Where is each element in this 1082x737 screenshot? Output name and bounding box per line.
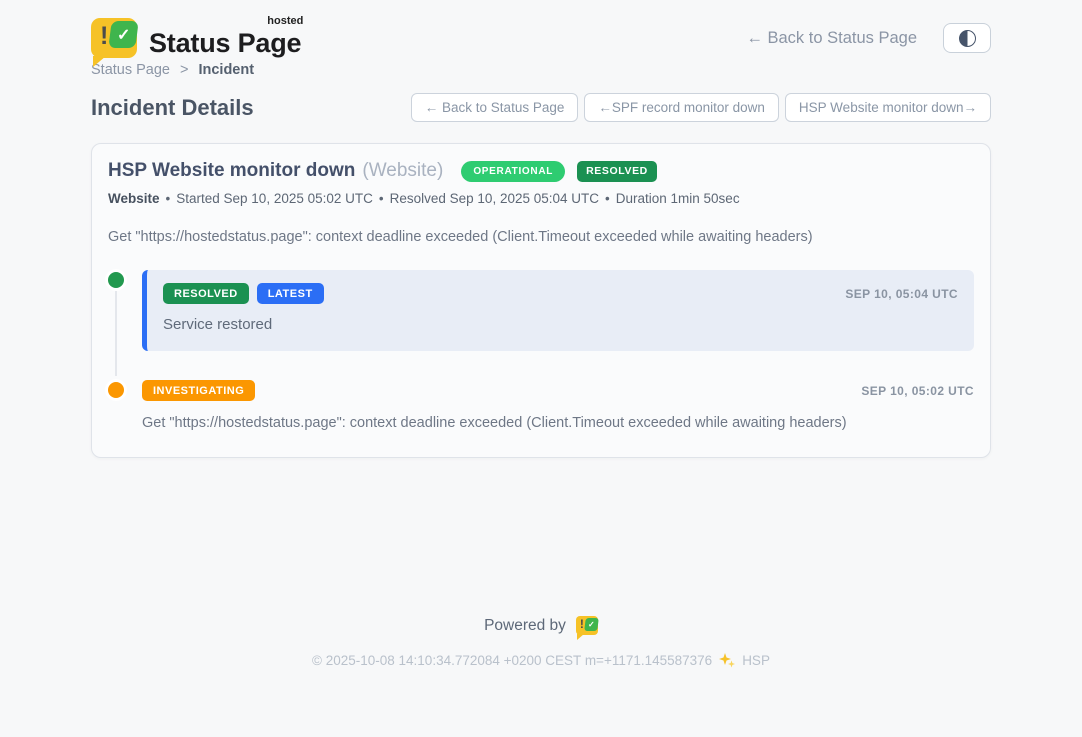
incident-meta: Website • Started Sep 10, 2025 05:02 UTC…: [108, 191, 974, 206]
status-page-logo[interactable]: ! ✓ Status Page hosted: [91, 18, 301, 59]
incident-description: Get "https://hostedstatus.page": context…: [108, 229, 974, 245]
latest-tag-badge: LATEST: [257, 283, 324, 304]
app-header: ! ✓ Status Page hosted ← Back to Status …: [0, 0, 1082, 62]
meta-separator: •: [605, 191, 610, 206]
page-title: Incident Details: [91, 95, 254, 121]
page-footer: Powered by ! ✓ © 2025-10-08 14:10:34.772…: [0, 616, 1082, 698]
checkmark-badge: ✓: [584, 618, 599, 631]
resolved-status-badge: RESOLVED: [163, 283, 249, 304]
header-actions: ← Back to Status Page: [746, 23, 991, 53]
copyright-text: © 2025-10-08 14:10:34.772084 +0200 CEST …: [312, 653, 712, 668]
meta-component: Website: [108, 191, 160, 206]
investigating-status-badge: INVESTIGATING: [142, 380, 255, 401]
copyright-line: © 2025-10-08 14:10:34.772084 +0200 CEST …: [0, 652, 1082, 668]
resolved-badge: RESOLVED: [577, 161, 657, 182]
logo-superscript: hosted: [267, 15, 303, 27]
powered-by-logo-link[interactable]: ! ✓: [576, 616, 598, 635]
back-to-status-page-button[interactable]: ← Back to Status Page: [411, 93, 579, 122]
timeline-dot-resolved: [108, 272, 124, 288]
incident-card: HSP Website monitor down (Website) OPERA…: [91, 143, 991, 458]
status-page-logo-icon: ! ✓: [91, 18, 137, 58]
incident-nav-buttons: ← Back to Status Page ←SPF record monito…: [411, 93, 991, 122]
meta-separator: •: [166, 191, 171, 206]
powered-by-label: Powered by: [484, 617, 566, 635]
logo-title: Status Page hosted: [149, 18, 301, 59]
checkmark-badge: ✓: [108, 21, 138, 48]
incident-timeline: RESOLVED LATEST SEP 10, 05:04 UTC Servic…: [108, 270, 974, 431]
exclamation-icon: !: [100, 22, 108, 51]
exclamation-icon: !: [580, 617, 584, 631]
breadcrumb-incident: Incident: [198, 62, 254, 78]
timeline-entry: RESOLVED LATEST SEP 10, 05:04 UTC Servic…: [108, 270, 974, 351]
back-to-status-page-link[interactable]: ← Back to Status Page: [746, 29, 917, 48]
theme-toggle-button[interactable]: [943, 23, 991, 53]
timeline-timestamp: SEP 10, 05:04 UTC: [845, 287, 958, 301]
breadcrumb: Status Page > Incident: [91, 62, 991, 78]
incident-title: HSP Website monitor down: [108, 160, 355, 182]
incident-component: (Website): [362, 160, 443, 182]
timeline-message: Get "https://hostedstatus.page": context…: [142, 415, 974, 431]
meta-started: Started Sep 10, 2025 05:02 UTC: [176, 191, 373, 206]
timeline-entry: INVESTIGATING SEP 10, 05:02 UTC Get "htt…: [108, 380, 974, 431]
timeline-timestamp: SEP 10, 05:02 UTC: [861, 384, 974, 398]
status-page-logo-icon-small: ! ✓: [576, 616, 598, 635]
next-incident-button[interactable]: HSP Website monitor down→: [785, 93, 991, 122]
contrast-half-circle-icon: [959, 30, 976, 47]
logo-title-text: Status Page: [149, 28, 301, 58]
breadcrumb-separator: >: [180, 62, 188, 78]
meta-resolved: Resolved Sep 10, 2025 05:04 UTC: [390, 191, 599, 206]
timeline-update-investigating: INVESTIGATING SEP 10, 05:02 UTC Get "htt…: [142, 380, 974, 431]
prev-incident-button[interactable]: ←SPF record monitor down: [584, 93, 779, 122]
meta-duration: Duration 1min 50sec: [616, 191, 740, 206]
sparkles-icon: [718, 652, 736, 668]
check-icon: ✓: [117, 25, 130, 45]
copyright-brand: HSP: [742, 653, 770, 668]
timeline-update-latest: RESOLVED LATEST SEP 10, 05:04 UTC Servic…: [142, 270, 974, 351]
powered-by: Powered by ! ✓: [0, 616, 1082, 635]
meta-separator: •: [379, 191, 384, 206]
check-icon: ✓: [588, 620, 595, 629]
operational-badge: OPERATIONAL: [461, 161, 565, 182]
timeline-message: Service restored: [163, 316, 958, 333]
timeline-dot-investigating: [108, 382, 124, 398]
